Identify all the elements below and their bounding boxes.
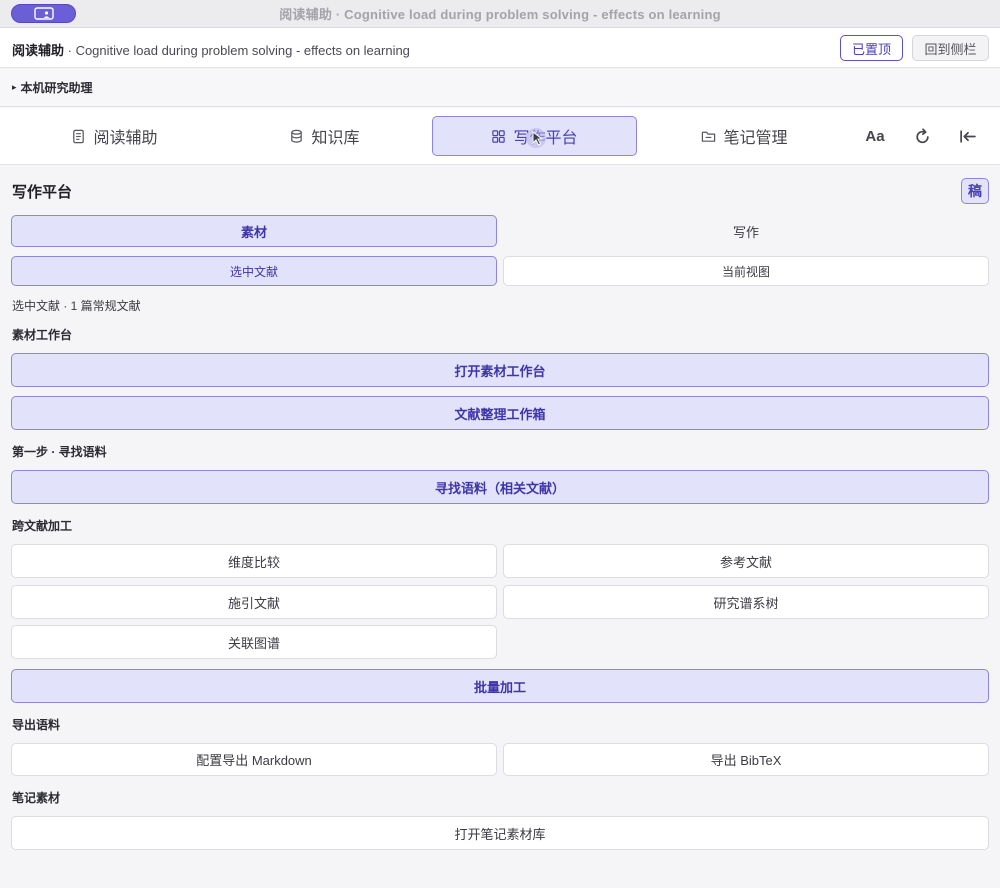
pinned-button[interactable]: 已置顶	[840, 35, 903, 61]
batch-process-button[interactable]: 批量加工	[11, 669, 989, 703]
page-title: 写作平台	[12, 184, 73, 201]
draft-button[interactable]: 稿	[961, 178, 989, 204]
tab-note-management[interactable]: 笔记管理	[642, 116, 847, 156]
disclosure-triangle-icon: ▸	[12, 82, 17, 92]
tab-label: 阅读辅助	[93, 130, 158, 147]
tab-label: 知识库	[311, 130, 360, 147]
dimension-compare-button[interactable]: 维度比较	[11, 544, 497, 578]
folder-icon	[702, 131, 716, 142]
research-lineage-button[interactable]: 研究谱系树	[503, 585, 989, 619]
window-title: 阅读辅助 · Cognitive load during problem sol…	[279, 7, 721, 22]
research-assistant-label: 本机研究助理	[20, 81, 93, 95]
refresh-icon	[915, 127, 929, 143]
collapse-left-icon	[959, 129, 976, 143]
scope-info: 选中文献 · 1 篇常规文献	[12, 299, 141, 313]
window-toggle-icon	[33, 7, 54, 20]
export-section-heading: 导出语料	[12, 718, 61, 732]
export-markdown-button[interactable]: 配置导出 Markdown	[11, 743, 497, 776]
scope-tab-selected[interactable]: 选中文献	[11, 256, 497, 286]
collapse-panel-button[interactable]	[953, 124, 981, 148]
main-tabs: 阅读辅助 知识库 写作平台 笔记管理 Aa	[0, 108, 1000, 165]
grid-icon	[492, 129, 506, 143]
back-to-sidebar-button[interactable]: 回到侧栏	[912, 35, 989, 61]
step1-section-heading: 第一步 · 寻找语料	[12, 445, 107, 459]
window-titlebar: 阅读辅助 · Cognitive load during problem sol…	[0, 0, 1000, 28]
document-title: 阅读辅助 · Cognitive load during problem sol…	[12, 40, 410, 59]
app-name: 阅读辅助	[12, 43, 65, 58]
notes-section-heading: 笔记素材	[12, 791, 61, 805]
document-name: · Cognitive load during problem solving …	[64, 43, 410, 58]
open-notes-library-button[interactable]: 打开笔记素材库	[11, 816, 989, 850]
window-toggle-button[interactable]	[11, 4, 76, 23]
research-assistant-toggle[interactable]: ▸ 本机研究助理	[0, 69, 1000, 107]
relation-graph-button[interactable]: 关联图谱	[11, 625, 497, 659]
literature-toolbox-button[interactable]: 文献整理工作箱	[11, 396, 989, 430]
mode-tab-writing[interactable]: 写作	[503, 215, 989, 247]
font-size-button[interactable]: Aa	[861, 124, 889, 148]
cross-section-heading: 跨文献加工	[12, 519, 73, 533]
material-section-heading: 素材工作台	[12, 328, 73, 342]
export-bibtex-button[interactable]: 导出 BibTeX	[503, 743, 989, 776]
open-workbench-button[interactable]: 打开素材工作台	[11, 353, 989, 387]
refresh-button[interactable]	[908, 124, 936, 148]
mode-tab-material[interactable]: 素材	[11, 215, 497, 247]
references-button[interactable]: 参考文献	[503, 544, 989, 578]
document-icon	[73, 129, 85, 143]
database-icon	[291, 129, 303, 143]
tab-knowledge-base[interactable]: 知识库	[222, 116, 427, 156]
mouse-cursor-icon	[526, 128, 546, 148]
find-corpus-button[interactable]: 寻找语料（相关文献）	[11, 470, 989, 504]
tab-label: 笔记管理	[723, 130, 788, 147]
scope-tab-current-view[interactable]: 当前视图	[503, 256, 989, 286]
citing-literature-button[interactable]: 施引文献	[11, 585, 497, 619]
tab-reading-assist[interactable]: 阅读辅助	[12, 116, 217, 156]
document-header: 阅读辅助 · Cognitive load during problem sol…	[0, 28, 1000, 68]
